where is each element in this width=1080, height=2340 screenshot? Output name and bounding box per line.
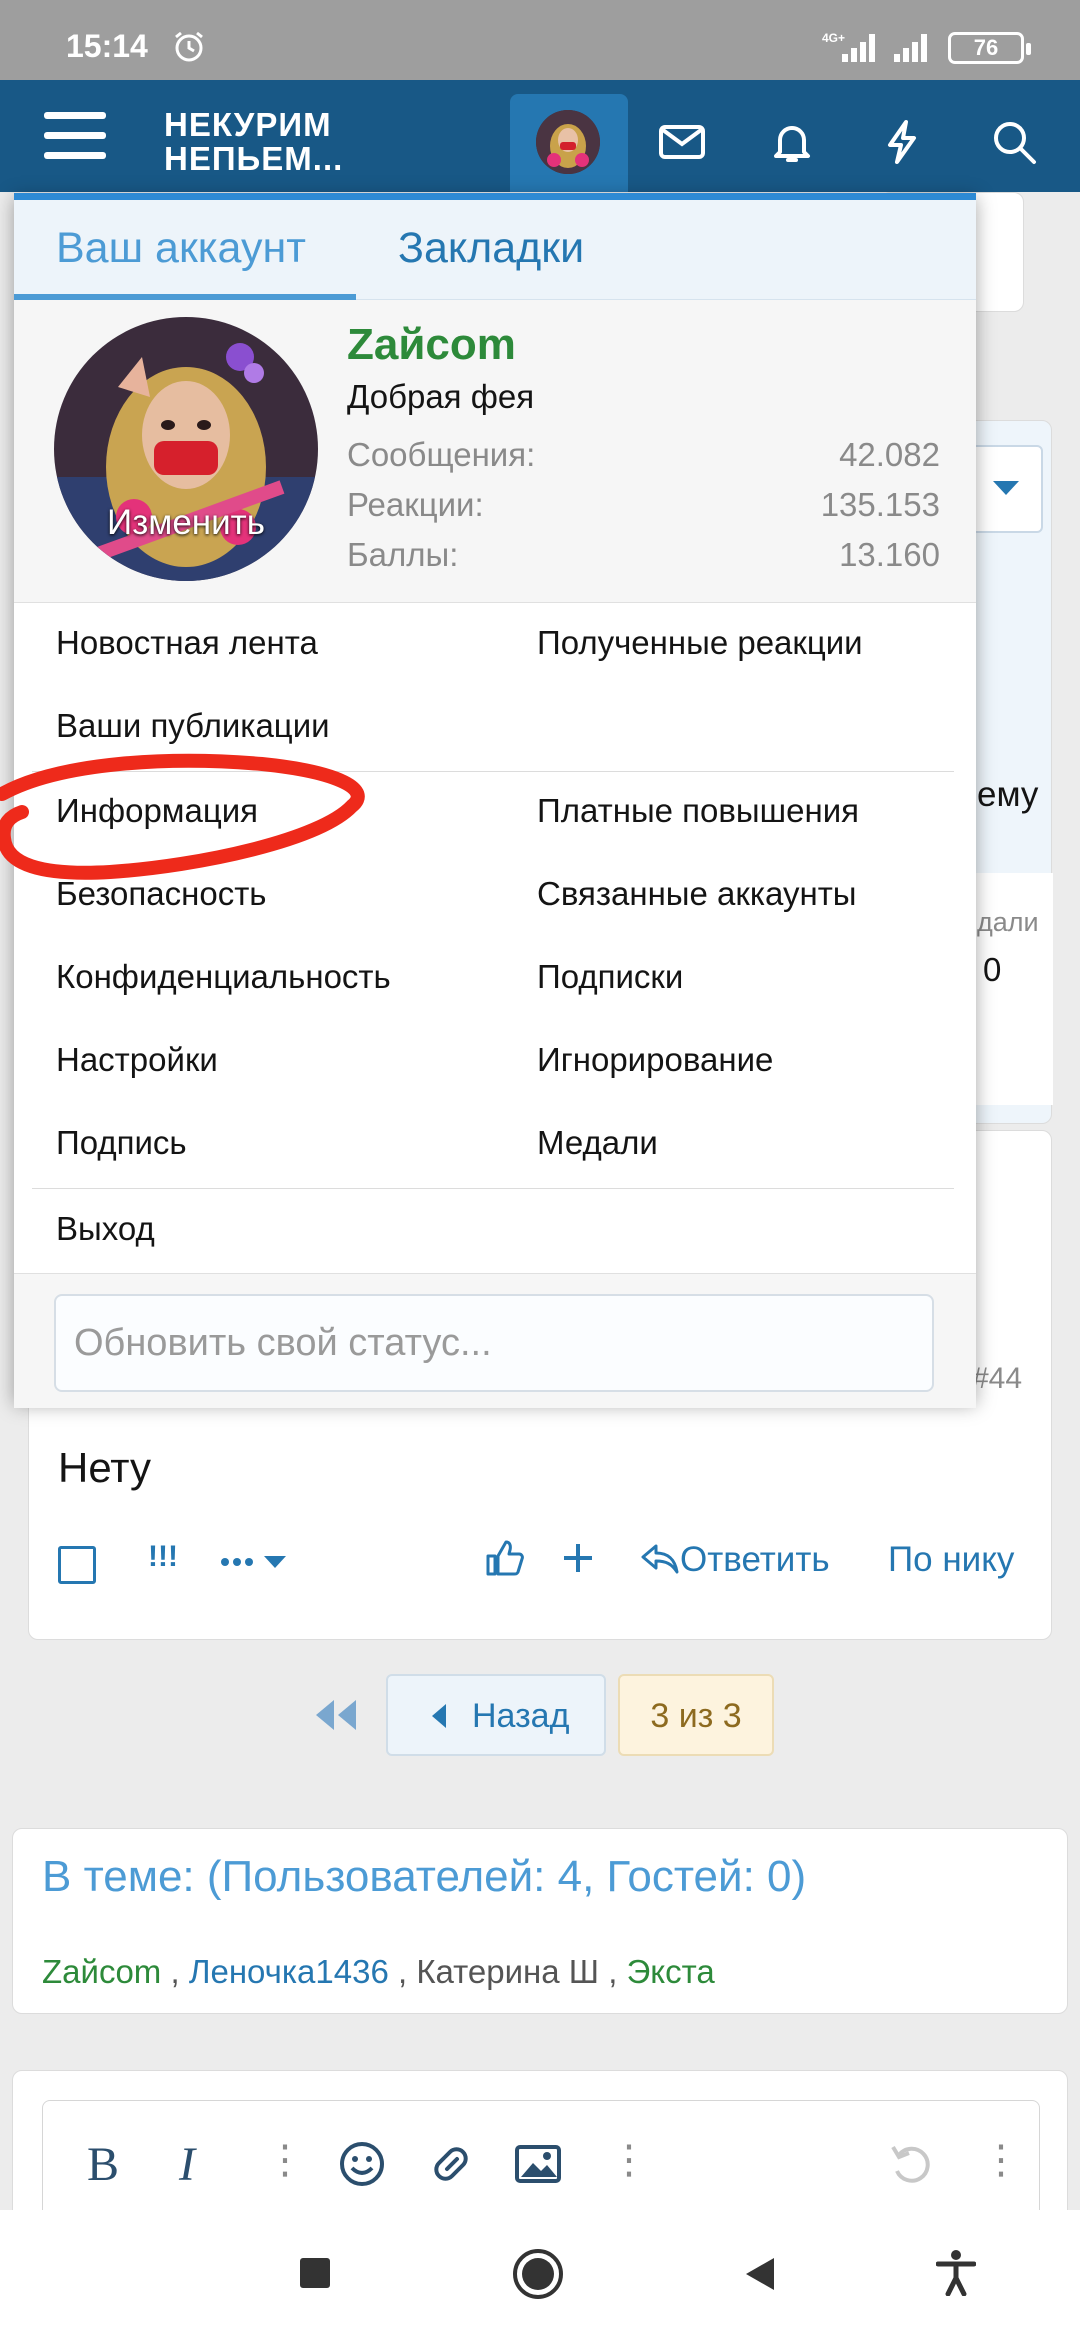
back-icon[interactable] bbox=[744, 2256, 776, 2292]
account-menu: Ваш аккаунт Закладки Изменить Zайcom Доб… bbox=[14, 193, 976, 1408]
recents-icon[interactable] bbox=[300, 2258, 330, 2288]
undo-icon[interactable] bbox=[889, 2141, 935, 2187]
post-body: Нету bbox=[58, 1444, 152, 1491]
stat-messages[interactable]: Сообщения: 42.082 bbox=[347, 436, 940, 474]
avatar-change-label[interactable]: Изменить bbox=[54, 503, 318, 543]
tab-your-account[interactable]: Ваш аккаунт bbox=[56, 224, 306, 273]
menu-item-medals[interactable]: Медали bbox=[537, 1124, 658, 1162]
pager-back-button[interactable]: Назад bbox=[386, 1674, 606, 1756]
user-title: Добрая фея bbox=[347, 378, 535, 415]
menu-divider bbox=[32, 1188, 954, 1189]
accessibility-icon[interactable] bbox=[936, 2250, 976, 2296]
avatar bbox=[536, 110, 600, 174]
first-page-icon[interactable] bbox=[314, 1698, 358, 1732]
more-options-3-icon[interactable]: ⋮ bbox=[981, 2137, 1021, 2183]
menu-item-settings[interactable]: Настройки bbox=[56, 1041, 218, 1079]
menu-item-security[interactable]: Безопасность bbox=[56, 875, 267, 913]
more-actions-button[interactable] bbox=[220, 1544, 292, 1589]
account-button[interactable] bbox=[510, 94, 628, 192]
menu-item-paid-upgrades[interactable]: Платные повышения bbox=[537, 792, 859, 830]
menu-item-ignoring[interactable]: Игнорирование bbox=[537, 1041, 773, 1079]
more-icon bbox=[221, 1556, 286, 1568]
site-logo[interactable]: НЕКУРИМ НЕПЬЕМ... bbox=[164, 108, 343, 176]
peek-label: дали bbox=[977, 907, 1039, 937]
emoji-icon[interactable] bbox=[339, 2141, 385, 2187]
user-link[interactable]: Экста bbox=[627, 1953, 715, 1990]
profile-avatar[interactable]: Изменить bbox=[54, 317, 318, 581]
status-update-area bbox=[14, 1273, 976, 1408]
status-update-input[interactable] bbox=[54, 1294, 934, 1392]
search-icon[interactable] bbox=[990, 118, 1038, 166]
menu-item-linked-accounts[interactable]: Связанные аккаунты bbox=[537, 875, 857, 913]
user-link[interactable]: Zайcom bbox=[42, 1953, 161, 1990]
stat-reactions[interactable]: Реакции: 135.153 bbox=[347, 486, 940, 524]
cell-signal-icon: 4G+ bbox=[822, 31, 875, 62]
menu-icon[interactable] bbox=[44, 112, 106, 160]
battery-indicator: 76 bbox=[948, 32, 1031, 64]
status-bar: 15:14 4G+ 76 bbox=[0, 0, 1080, 80]
menu-item-signature[interactable]: Подпись bbox=[56, 1124, 187, 1162]
clock: 15:14 bbox=[66, 28, 148, 64]
select-checkbox[interactable] bbox=[58, 1546, 96, 1584]
online-users-list: Zайcom , Леночка1436 , Катерина Ш , Экст… bbox=[42, 1953, 715, 1990]
menu-tabs: Ваш аккаунт Закладки bbox=[14, 200, 976, 300]
mail-icon[interactable] bbox=[658, 118, 706, 166]
alarm-icon bbox=[175, 31, 203, 62]
peek-text: ему bbox=[977, 775, 1039, 814]
stat-points[interactable]: Баллы: 13.160 bbox=[347, 536, 940, 574]
mark-action[interactable]: !!! bbox=[148, 1540, 178, 1574]
user-link[interactable]: Леночка1436 bbox=[189, 1953, 389, 1990]
home-icon[interactable] bbox=[512, 2248, 564, 2300]
menu-item-info[interactable]: Информация bbox=[56, 792, 258, 830]
pager-current-page: 3 из 3 bbox=[618, 1674, 774, 1756]
reply-button[interactable]: Ответить bbox=[640, 1540, 830, 1580]
bell-icon[interactable] bbox=[768, 118, 816, 166]
net-type-label: 4G+ bbox=[822, 31, 845, 45]
tab-bookmarks[interactable]: Закладки bbox=[398, 224, 584, 273]
quote-by-nick-link[interactable]: По нику bbox=[888, 1540, 1014, 1580]
reply-icon bbox=[641, 1544, 679, 1574]
more-options-icon[interactable]: ⋮ bbox=[265, 2137, 305, 2183]
lightning-icon[interactable] bbox=[878, 118, 926, 166]
app-header: НЕКУРИМ НЕПЬЕМ... bbox=[0, 80, 1080, 192]
chevron-down-icon bbox=[993, 481, 1019, 495]
bold-icon[interactable]: B bbox=[87, 2137, 119, 2192]
peek-value: 0 bbox=[983, 951, 1002, 988]
chevron-left-icon bbox=[432, 1704, 446, 1728]
link-icon[interactable] bbox=[427, 2141, 475, 2187]
menu-item-your-posts[interactable]: Ваши публикации bbox=[56, 707, 330, 745]
profile-summary: Изменить Zайcom Добрая фея Сообщения: 42… bbox=[14, 300, 976, 603]
more-options-2-icon[interactable]: ⋮ bbox=[609, 2137, 649, 2183]
in-topic-title: В теме: (Пользователей: 4, Гостей: 0) bbox=[42, 1852, 807, 1901]
post-number[interactable]: #44 bbox=[972, 1362, 1022, 1396]
image-icon[interactable] bbox=[515, 2145, 561, 2183]
system-nav-bar bbox=[0, 2210, 1080, 2340]
user-link[interactable]: Катерина Ш bbox=[416, 1953, 599, 1990]
plus-icon[interactable] bbox=[562, 1542, 594, 1574]
menu-item-subscriptions[interactable]: Подписки bbox=[537, 958, 683, 996]
menu-divider bbox=[32, 771, 954, 772]
like-icon[interactable] bbox=[484, 1538, 524, 1578]
menu-item-news-feed[interactable]: Новостная лента bbox=[56, 624, 318, 662]
menu-item-logout[interactable]: Выход bbox=[56, 1210, 155, 1248]
username[interactable]: Zайcom bbox=[347, 320, 516, 370]
italic-icon[interactable]: I bbox=[179, 2137, 195, 2192]
menu-item-privacy[interactable]: Конфиденциальность bbox=[56, 958, 391, 996]
menu-item-received-reactions[interactable]: Полученные реакции bbox=[537, 624, 863, 662]
cell-signal-2-icon bbox=[894, 34, 927, 62]
